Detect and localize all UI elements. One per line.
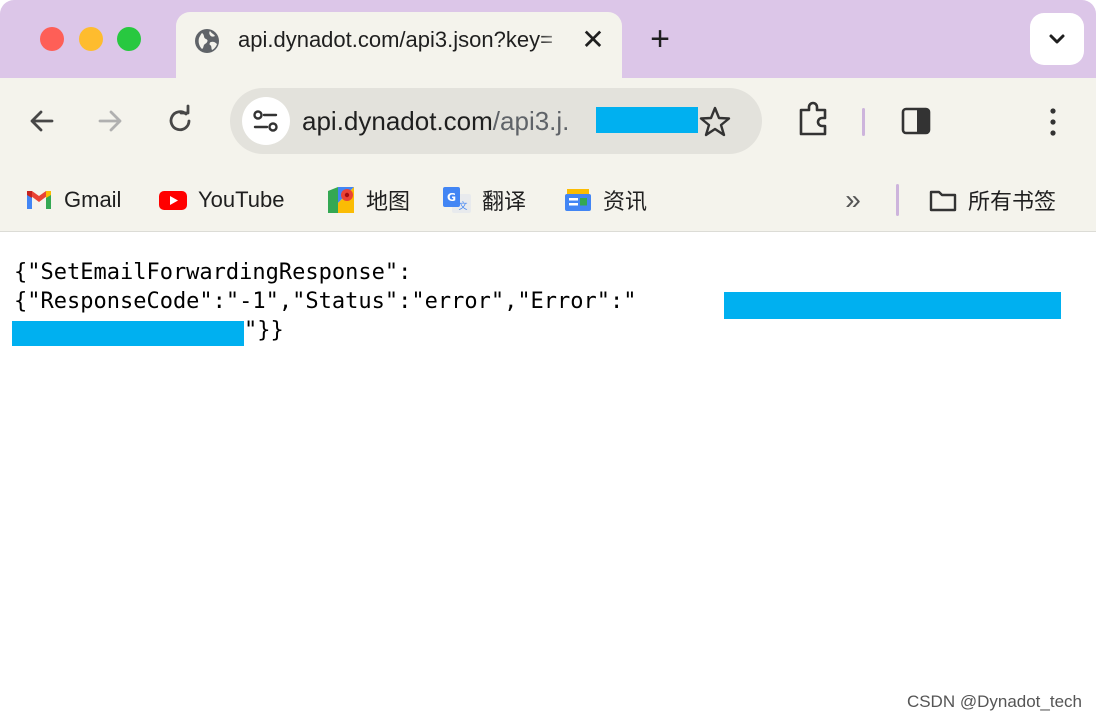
tab-strip: api.dynadot.com/api3.json?key= ✕ + [0, 0, 1096, 78]
bookmark-label: 地图 [366, 189, 411, 214]
tab-search-button[interactable] [1030, 13, 1084, 65]
bookmark-label: 所有书签 [968, 189, 1057, 214]
bookmark-label: 翻译 [482, 189, 527, 214]
tab-title: api.dynadot.com/api3.json?key= [238, 27, 553, 52]
bookmarks-bar: Gmail YouTube 地图 G 文 翻译 资讯 » 所有书签 [0, 170, 1096, 230]
active-tab[interactable]: api.dynadot.com/api3.json?key= ✕ [176, 12, 622, 78]
json-line-3-tail: "}} [244, 318, 284, 343]
bookmarks-divider [896, 184, 899, 216]
bookmarks-overflow-button[interactable]: » [838, 186, 868, 216]
reload-button[interactable] [160, 101, 200, 141]
chevron-down-icon [1049, 34, 1065, 44]
gmail-icon [27, 191, 51, 209]
bookmark-label: YouTube [198, 187, 285, 212]
new-tab-button[interactable]: + [643, 22, 677, 56]
svg-text:G: G [447, 191, 456, 204]
tab-close-icon[interactable]: ✕ [578, 25, 608, 55]
window-zoom-button[interactable] [117, 27, 141, 51]
json-line-1: {"SetEmailForwardingResponse": [14, 260, 412, 285]
error-redaction-continued [12, 321, 244, 346]
star-icon[interactable] [698, 105, 732, 139]
youtube-icon [159, 191, 187, 210]
bookmark-youtube[interactable]: YouTube [158, 180, 284, 220]
puzzle-icon[interactable] [796, 100, 832, 140]
folder-icon [929, 190, 957, 212]
json-line-2: {"ResponseCode":"-1","Status":"error","E… [14, 289, 637, 314]
url-redaction [596, 107, 698, 133]
svg-text:文: 文 [458, 200, 467, 212]
bookmark-news[interactable]: 资讯 [563, 180, 647, 220]
toolbar-divider [862, 108, 865, 136]
watermark: CSDN @Dynadot_tech [906, 692, 1082, 711]
window-minimize-button[interactable] [79, 27, 103, 51]
site-info-button[interactable] [242, 97, 290, 145]
url-host: api.dynadot.com [302, 106, 493, 136]
bookmark-gmail[interactable]: Gmail [24, 180, 121, 220]
news-icon [565, 189, 591, 211]
bookmark-translate[interactable]: G 文 翻译 [442, 180, 526, 220]
error-redaction [724, 292, 1061, 319]
bookmark-maps[interactable]: 地图 [326, 180, 410, 220]
bookmark-label: 资讯 [603, 189, 648, 214]
bookmark-label: Gmail [64, 187, 122, 212]
side-panel-icon[interactable] [900, 106, 932, 136]
browser-toolbar: api.dynadot.com/api3.j. Gmail YouTube 地图… [0, 78, 1096, 232]
tune-icon [253, 110, 278, 132]
globe-icon [195, 29, 219, 53]
kebab-menu-icon[interactable] [1044, 104, 1062, 140]
address-bar[interactable]: api.dynadot.com/api3.j. [230, 88, 762, 154]
maps-icon [328, 187, 354, 213]
all-bookmarks-button[interactable]: 所有书签 [928, 180, 1056, 220]
browser-window: api.dynadot.com/api3.json?key= ✕ + api.d… [0, 0, 1096, 720]
forward-button[interactable] [90, 101, 130, 141]
page-content: {"SetEmailForwardingResponse": {"Respons… [0, 233, 1096, 720]
tab-title-fade [538, 22, 578, 58]
back-button[interactable] [22, 101, 62, 141]
url-path: /api3.j. [492, 106, 570, 136]
translate-icon: G 文 [443, 187, 471, 213]
window-close-button[interactable] [40, 27, 64, 51]
